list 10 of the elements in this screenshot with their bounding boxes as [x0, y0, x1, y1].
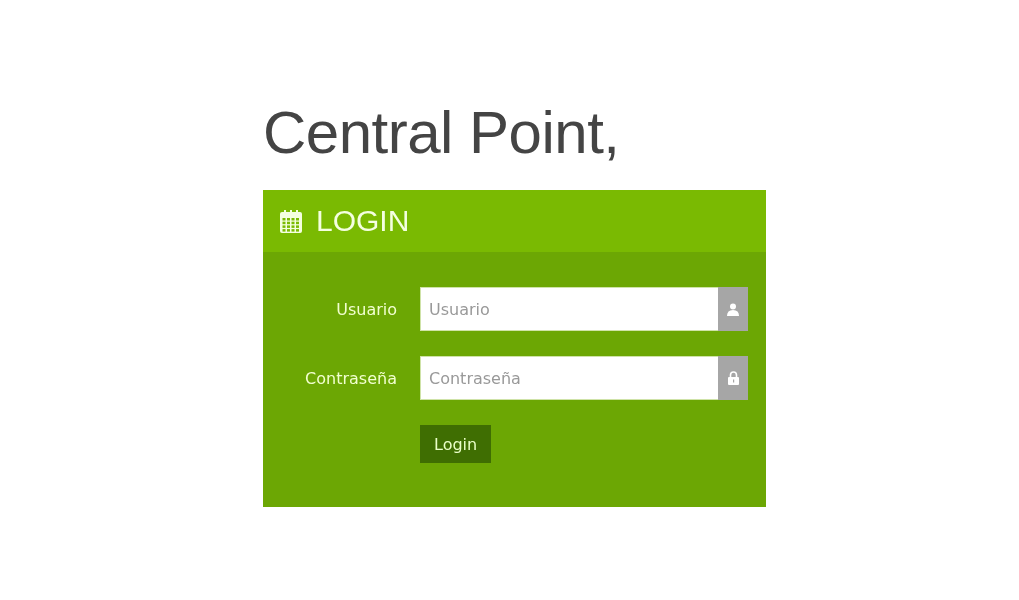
page-heading: Central Point, — [263, 98, 621, 168]
login-button[interactable]: Login — [420, 425, 492, 463]
field-label: Usuario — [336, 299, 397, 319]
calendar-icon — [280, 209, 302, 233]
lock-icon — [727, 371, 739, 385]
username-field[interactable]: Usuario — [420, 287, 718, 331]
user-icon — [727, 302, 739, 316]
field-label: Contraseña — [305, 368, 397, 388]
password-field[interactable]: Contraseña — [420, 356, 718, 400]
panel-title: LOGIN — [316, 204, 410, 238]
